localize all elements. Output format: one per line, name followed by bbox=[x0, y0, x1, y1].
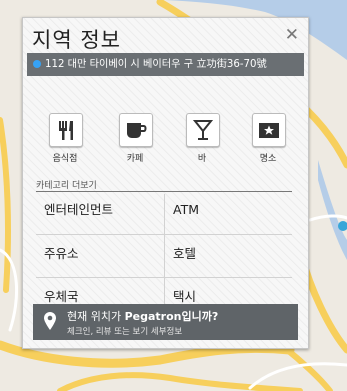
category-label: 음식점 bbox=[52, 154, 78, 164]
coffee-cup-icon bbox=[119, 113, 153, 147]
category-label: 바 bbox=[197, 154, 207, 164]
checkin-prompt[interactable]: 현재 위치가 Pegatron입니까? 체크인, 리뷰 또는 보기 세부정보 bbox=[33, 304, 298, 340]
star-ticket-icon bbox=[252, 113, 286, 147]
location-dot-icon bbox=[33, 60, 41, 68]
location-pin-icon bbox=[44, 312, 56, 330]
local-info-panel: 지역 정보 ✕ 112 대만 타이베이 시 베이터우 구 立功街36-70號 음… bbox=[22, 17, 309, 349]
panel-header: 지역 정보 ✕ bbox=[23, 18, 308, 53]
category-label: 명소 bbox=[259, 154, 277, 164]
address-bar: 112 대만 타이베이 시 베이터우 구 立功街36-70號 bbox=[27, 53, 304, 76]
category-gas-station[interactable]: 주유소 bbox=[36, 238, 163, 270]
column-divider bbox=[164, 194, 165, 312]
category-entertainment[interactable]: 엔터테인먼트 bbox=[36, 194, 163, 226]
category-atm[interactable]: ATM bbox=[165, 194, 292, 226]
fork-knife-icon bbox=[49, 113, 83, 147]
category-bar[interactable]: 바 bbox=[172, 113, 232, 169]
section-divider bbox=[36, 191, 292, 192]
category-row: 음식점 카페 바 명소 bbox=[23, 113, 308, 169]
category-cafe[interactable]: 카페 bbox=[105, 113, 165, 169]
cocktail-glass-icon bbox=[186, 113, 220, 147]
category-hotel[interactable]: 호텔 bbox=[165, 238, 292, 270]
checkin-question: 현재 위치가 Pegatron입니까? bbox=[67, 310, 219, 323]
category-attraction[interactable]: 명소 bbox=[238, 113, 298, 169]
close-icon[interactable]: ✕ bbox=[285, 25, 299, 45]
category-restaurant[interactable]: 음식점 bbox=[35, 113, 95, 169]
address-text: 112 대만 타이베이 시 베이터우 구 立功街36-70號 bbox=[45, 59, 267, 70]
panel-title: 지역 정보 bbox=[32, 28, 121, 52]
checkin-subtitle: 체크인, 리뷰 또는 보기 세부정보 bbox=[67, 327, 183, 337]
more-categories-label[interactable]: 카테고리 더보기 bbox=[36, 178, 97, 191]
category-label: 카페 bbox=[126, 154, 144, 164]
